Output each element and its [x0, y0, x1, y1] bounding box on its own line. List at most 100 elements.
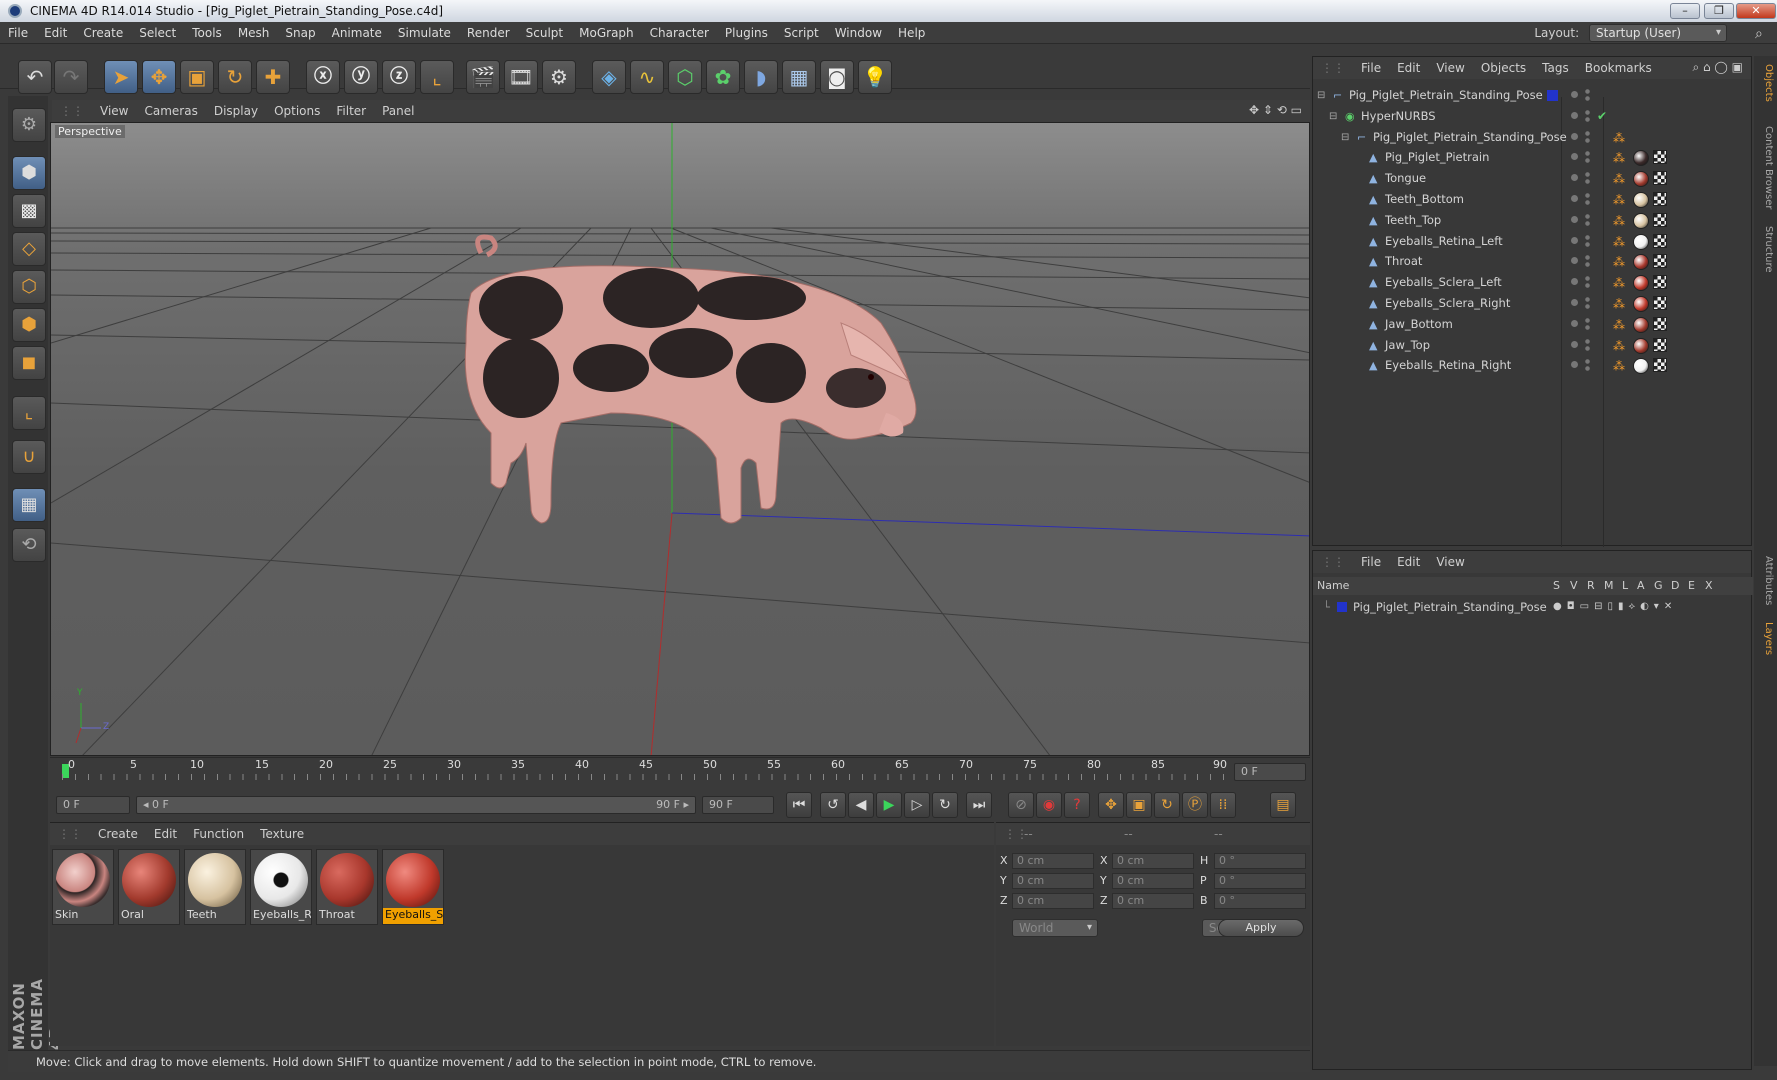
expand-toggle-icon[interactable]: ⊟: [1341, 127, 1349, 148]
floor-scene-icon[interactable]: ▦: [782, 60, 816, 94]
render-settings-icon[interactable]: ⚙: [542, 60, 576, 94]
editor-render-dots[interactable]: [1585, 358, 1590, 373]
recent-tool-icon[interactable]: ✚: [256, 60, 290, 94]
uvw-tag-icon[interactable]: [1653, 296, 1667, 310]
material-menu-edit[interactable]: Edit: [146, 823, 185, 845]
visibility-dot[interactable]: [1571, 257, 1578, 265]
z-axis-lock-icon[interactable]: ⓩ: [382, 60, 416, 94]
phong-tag-icon[interactable]: ⁂: [1613, 318, 1627, 332]
phong-tag-icon[interactable]: ⁂: [1613, 214, 1627, 228]
undo-icon[interactable]: ↶: [18, 60, 52, 94]
viewport-menu-cameras[interactable]: Cameras: [136, 100, 205, 122]
material-tag-icon[interactable]: [1633, 275, 1649, 292]
uvw-tag-icon[interactable]: [1653, 233, 1667, 248]
redo-icon[interactable]: ↷: [54, 60, 88, 94]
deformer-icon[interactable]: ◗: [744, 60, 778, 94]
3d-viewport[interactable]: Perspective Y Z: [50, 122, 1310, 756]
object-row[interactable]: ⊟ ⌐ Pig_Piglet_Pietrain_Standing_Pose: [1313, 85, 1753, 106]
object-row[interactable]: ⊟ ◉ HyperNURBS ✔: [1313, 106, 1753, 127]
visibility-dot[interactable]: [1571, 132, 1578, 140]
apply-button[interactable]: Apply: [1218, 919, 1304, 937]
model-mode-icon[interactable]: ⬢: [12, 156, 46, 190]
layers-menu-view[interactable]: View: [1428, 551, 1472, 573]
material-tag-icon[interactable]: [1633, 254, 1649, 271]
workplane-lock-icon[interactable]: ▦: [12, 488, 46, 522]
next-key-icon[interactable]: ↻: [932, 792, 958, 818]
previous-key-icon[interactable]: ↺: [820, 792, 846, 818]
visibility-dot[interactable]: [1571, 299, 1578, 306]
visibility-dot[interactable]: [1571, 236, 1578, 244]
viewport-menu-view[interactable]: View: [92, 100, 136, 122]
material-eyeballs-retina[interactable]: Eyeballs_Re: [250, 849, 312, 925]
rotation-b-field[interactable]: 0 °: [1214, 893, 1306, 909]
editor-render-dots[interactable]: [1585, 233, 1590, 248]
uvw-tag-icon[interactable]: [1653, 192, 1667, 206]
objects-menu-bookmarks[interactable]: Bookmarks: [1577, 57, 1660, 79]
workplane-mode-icon[interactable]: ◇: [12, 232, 46, 266]
editor-render-dots[interactable]: [1585, 212, 1590, 227]
material-oral[interactable]: Oral: [118, 849, 180, 925]
material-skin[interactable]: Skin: [52, 849, 114, 925]
current-frame-field[interactable]: 0 F: [1234, 763, 1306, 781]
object-row[interactable]: ▲ Teeth_Bottom ⁂: [1313, 189, 1753, 210]
visibility-dot[interactable]: [1571, 215, 1578, 223]
object-row[interactable]: ▲ Jaw_Top ⁂: [1313, 335, 1753, 356]
object-row[interactable]: ▲ Eyeballs_Retina_Right ⁂: [1313, 355, 1753, 376]
editor-render-dots[interactable]: [1585, 108, 1590, 123]
viewport-menu-display[interactable]: Display: [206, 100, 266, 122]
make-editable-icon[interactable]: ⚙: [12, 108, 46, 142]
viewport-menu-options[interactable]: Options: [266, 100, 328, 122]
phong-tag-icon[interactable]: ⁂: [1613, 359, 1627, 373]
search-icon[interactable]: ⌕: [1755, 26, 1775, 46]
axis-mode-icon[interactable]: ⌞: [12, 396, 46, 430]
autokey-icon[interactable]: ◉: [1036, 792, 1062, 818]
camera-icon[interactable]: ◙: [820, 60, 854, 94]
editor-render-dots[interactable]: [1585, 337, 1590, 352]
layers-menu-edit[interactable]: Edit: [1389, 551, 1428, 573]
timeline-ruler[interactable]: 0 5 10 15 20 25 30 35 40 45 50 55 60 65 …: [50, 757, 1310, 785]
layer-color-swatch[interactable]: [1547, 90, 1558, 101]
uvw-tag-icon[interactable]: [1653, 275, 1667, 290]
visibility-dot[interactable]: [1571, 340, 1578, 348]
phong-tag-icon[interactable]: ⁂: [1613, 235, 1627, 249]
material-menu-texture[interactable]: Texture: [252, 823, 312, 845]
visibility-dot[interactable]: [1571, 91, 1578, 98]
nurbs-icon[interactable]: ⬡: [668, 60, 702, 94]
y-axis-lock-icon[interactable]: ⓨ: [344, 60, 378, 94]
tab-attributes[interactable]: Attributes: [1758, 556, 1774, 605]
material-eyeballs-sclera[interactable]: Eyeballs_Sc: [382, 849, 444, 925]
editor-render-dots[interactable]: [1585, 254, 1590, 269]
uvw-tag-icon[interactable]: [1653, 171, 1667, 186]
visibility-dot[interactable]: [1571, 153, 1578, 161]
layer-color-swatch[interactable]: [1337, 602, 1347, 612]
uvw-tag-icon[interactable]: [1653, 212, 1667, 227]
polygons-mode-icon[interactable]: ◼: [12, 346, 46, 380]
objects-menu-edit[interactable]: Edit: [1389, 57, 1428, 79]
tab-structure[interactable]: Structure: [1758, 226, 1774, 273]
material-throat[interactable]: Throat: [316, 849, 378, 925]
menu-mograph[interactable]: MoGraph: [571, 22, 642, 44]
expand-toggle-icon[interactable]: ⊟: [1329, 106, 1337, 127]
menu-mesh[interactable]: Mesh: [230, 22, 278, 44]
move-tool-icon[interactable]: ✥: [142, 60, 176, 94]
viewport-menu-panel[interactable]: Panel: [374, 100, 422, 122]
material-menu-create[interactable]: Create: [90, 823, 146, 845]
maximize-button[interactable]: ❐: [1704, 3, 1734, 19]
menu-character[interactable]: Character: [642, 22, 717, 44]
rotation-p-field[interactable]: 0 °: [1214, 873, 1306, 889]
soft-selection-icon[interactable]: ⟲: [12, 528, 46, 562]
objects-menu-file[interactable]: File: [1353, 57, 1389, 79]
key-pla-icon[interactable]: ⁞⁞: [1210, 792, 1236, 818]
uvw-tag-icon[interactable]: [1653, 254, 1667, 269]
menu-sculpt[interactable]: Sculpt: [518, 22, 571, 44]
keyframe-selection-icon[interactable]: ?: [1064, 792, 1090, 818]
goto-end-icon[interactable]: ⏭: [966, 792, 992, 818]
objects-menu-tags[interactable]: Tags: [1534, 57, 1577, 79]
coordinate-space-dropdown[interactable]: World: [1012, 919, 1098, 937]
editor-render-dots[interactable]: [1585, 296, 1590, 310]
tab-layers[interactable]: Layers: [1758, 622, 1774, 655]
visibility-dot[interactable]: [1571, 195, 1578, 202]
cube-object-icon[interactable]: ◈: [592, 60, 626, 94]
size-x-field[interactable]: 0 cm: [1112, 853, 1194, 869]
position-y-field[interactable]: 0 cm: [1012, 873, 1094, 889]
